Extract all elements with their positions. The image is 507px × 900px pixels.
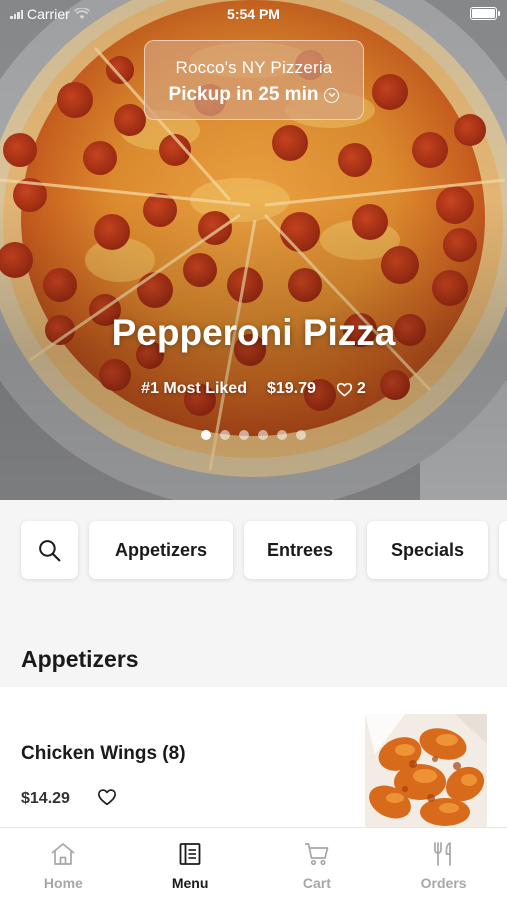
featured-meta: #1 Most Liked $19.79 2 (0, 380, 507, 398)
tab-label: Orders (420, 875, 467, 891)
tab-cart[interactable]: Cart (254, 828, 381, 900)
hero-banner[interactable]: Carrier 5:54 PM Rocco's NY Pizzeria Pick… (0, 0, 507, 500)
heart-icon[interactable] (97, 788, 117, 806)
featured-title: Pepperoni Pizza (111, 312, 396, 353)
item-name: Chicken Wings (8) (21, 743, 186, 764)
item-price: $14.29 (21, 790, 70, 807)
featured-likes[interactable]: 2 (336, 380, 366, 398)
carousel-dot[interactable] (258, 430, 268, 440)
tab-label: Menu (171, 875, 209, 891)
status-bar: Carrier 5:54 PM (0, 0, 507, 28)
home-icon (51, 843, 75, 865)
carousel-dot[interactable] (239, 430, 249, 440)
item-photo (365, 714, 487, 827)
search-icon (39, 539, 61, 561)
clock: 5:54 PM (227, 6, 280, 22)
category-chip-specials[interactable]: Specials (367, 521, 488, 579)
tab-menu[interactable]: Menu (127, 828, 254, 900)
menu-item-chicken-wings[interactable]: Chicken Wings (8) $14.29 (0, 687, 507, 827)
likes-count: 2 (356, 380, 366, 397)
carousel-dot[interactable] (296, 430, 306, 440)
utensils-icon (433, 842, 451, 866)
featured-badge: #1 Most Liked (141, 380, 247, 397)
tab-orders[interactable]: Orders (380, 828, 507, 900)
carousel-pagination[interactable] (0, 430, 507, 440)
category-chip-more[interactable] (499, 521, 507, 579)
pickup-time: Pickup in 25 min (168, 84, 319, 105)
store-name: Rocco's NY Pizzeria (175, 58, 333, 77)
category-chip-appetizers[interactable]: Appetizers (89, 521, 233, 579)
cart-icon (304, 843, 329, 866)
category-chip-entrees[interactable]: Entrees (244, 521, 356, 579)
tab-home[interactable]: Home (0, 828, 127, 900)
chevron-down-icon (324, 87, 340, 103)
carousel-dot[interactable] (201, 430, 211, 440)
store-pickup-selector[interactable]: Rocco's NY Pizzeria Pickup in 25 min (144, 40, 364, 120)
search-button[interactable] (21, 521, 78, 579)
carousel-dot[interactable] (220, 430, 230, 440)
carousel-dot[interactable] (277, 430, 287, 440)
category-bar: Appetizers Entrees Specials (0, 500, 507, 600)
heart-icon (336, 382, 353, 396)
battery-icon (470, 7, 500, 20)
tab-label: Home (43, 875, 83, 891)
featured-price: $19.79 (266, 380, 316, 397)
tab-label: Cart (302, 875, 331, 891)
section-title: Appetizers (21, 646, 139, 672)
bottom-tab-bar: Home Menu Cart Orders (0, 827, 507, 900)
menu-icon (179, 843, 201, 865)
